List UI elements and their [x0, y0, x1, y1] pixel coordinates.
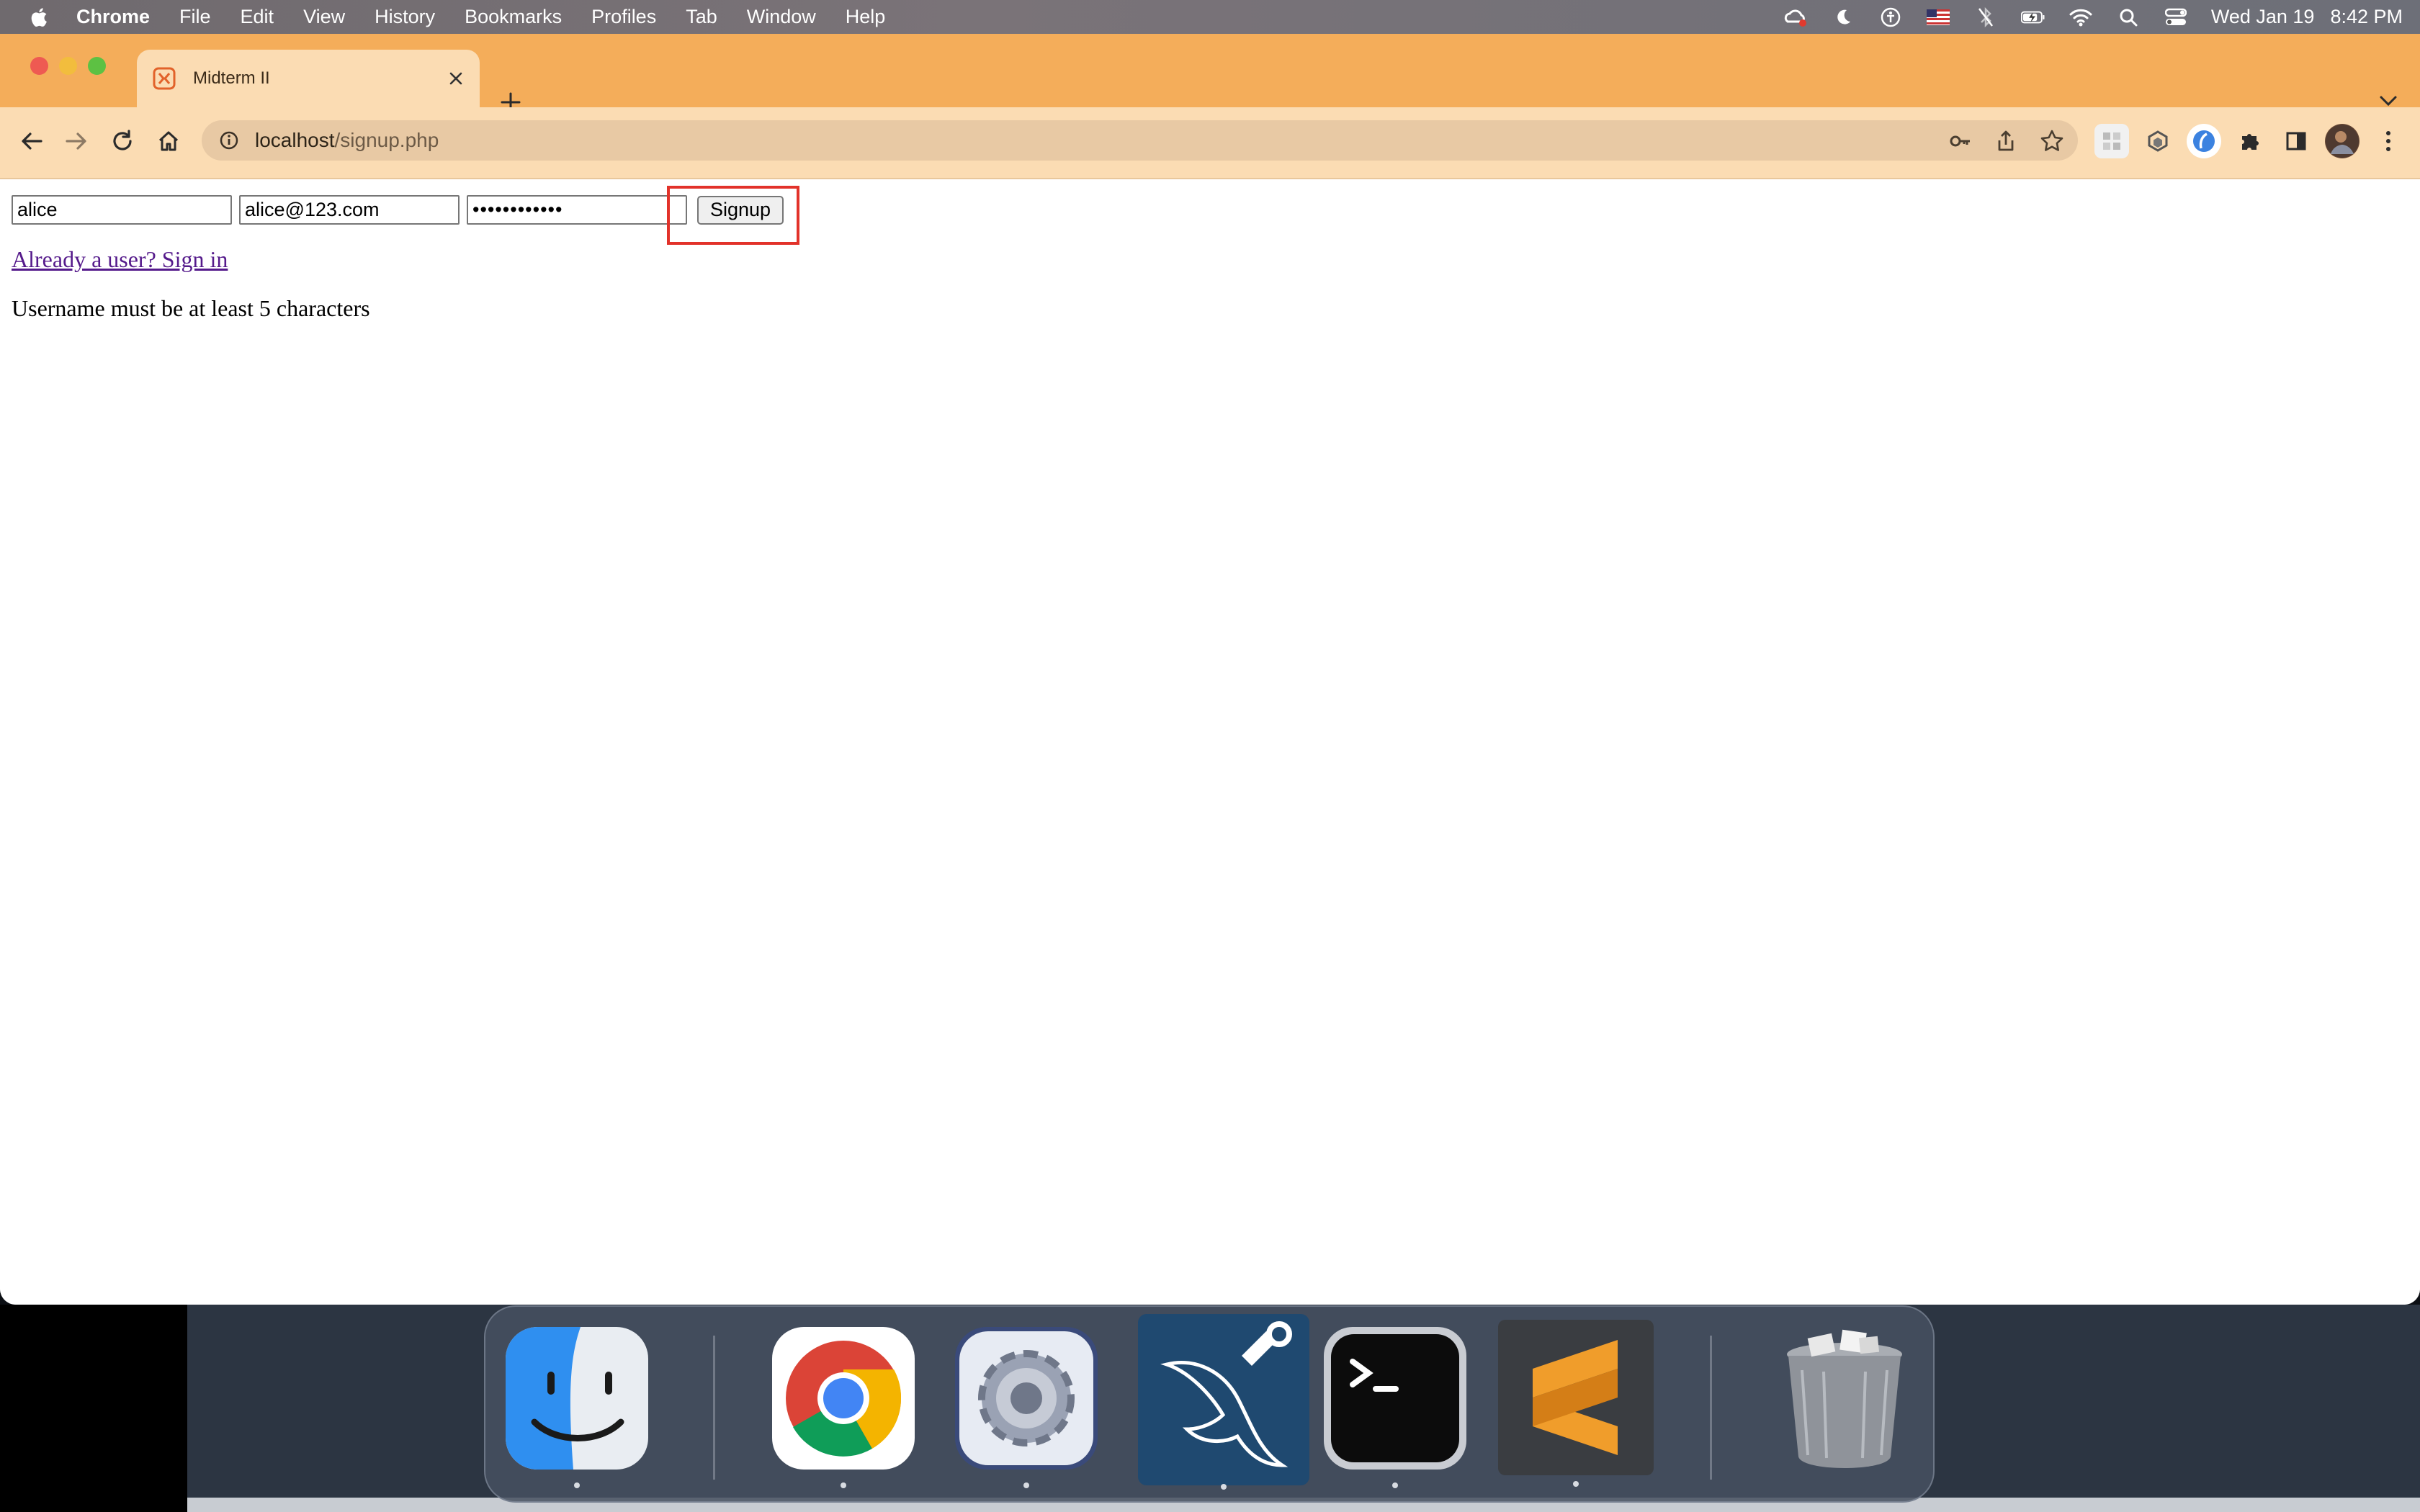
extension-cube-icon[interactable] — [2141, 124, 2175, 158]
window-minimize-button[interactable] — [59, 57, 77, 75]
highlight-annotation-box — [667, 186, 799, 245]
clock-date: Wed Jan 19 — [2210, 6, 2315, 27]
extension-grid-icon[interactable] — [2094, 124, 2129, 158]
url-host: localhost — [255, 129, 335, 151]
spotlight-search-icon[interactable] — [2116, 6, 2141, 28]
key-icon[interactable] — [1948, 129, 1973, 153]
dock-system-preferences-icon[interactable] — [955, 1327, 1098, 1488]
forward-icon[interactable] — [60, 125, 92, 157]
menu-bookmarks[interactable]: Bookmarks — [465, 6, 562, 28]
running-indicator — [1573, 1481, 1579, 1487]
wifi-icon[interactable] — [2069, 6, 2093, 28]
menu-window[interactable]: Window — [747, 6, 816, 28]
tab-title: Midterm II — [193, 68, 270, 88]
running-indicator — [841, 1482, 846, 1488]
apple-icon[interactable] — [29, 6, 48, 28]
menu-tab[interactable]: Tab — [686, 6, 717, 28]
home-icon[interactable] — [153, 125, 184, 157]
side-panel-icon[interactable] — [2279, 124, 2313, 158]
menu-history[interactable]: History — [375, 6, 435, 28]
bookmark-star-icon[interactable] — [2040, 129, 2064, 153]
extensions-puzzle-icon[interactable] — [2233, 124, 2267, 158]
dock-finder-icon[interactable] — [506, 1327, 648, 1488]
menu-profiles[interactable]: Profiles — [591, 6, 656, 28]
moon-icon[interactable] — [1831, 6, 1855, 28]
email-field[interactable] — [239, 195, 460, 225]
signin-link[interactable]: Already a user? Sign in — [12, 246, 228, 273]
bluetooth-off-icon[interactable] — [1973, 6, 1998, 28]
menu-view[interactable]: View — [303, 6, 345, 28]
xampp-favicon-icon — [153, 67, 176, 90]
chrome-menu-icon[interactable] — [2371, 124, 2406, 158]
menu-file[interactable]: File — [179, 6, 211, 28]
address-bar[interactable]: localhost/signup.php — [202, 120, 2078, 161]
us-flag-icon[interactable] — [1926, 6, 1950, 28]
page-content: Signup Already a user? Sign in Username … — [0, 181, 2420, 1305]
control-center-icon[interactable] — [2164, 6, 2188, 28]
dock-sublime-text-icon[interactable] — [1498, 1320, 1654, 1487]
creative-cloud-icon[interactable] — [1783, 6, 1808, 28]
menu-help[interactable]: Help — [846, 6, 886, 28]
reload-icon[interactable] — [107, 125, 138, 157]
running-indicator — [1221, 1484, 1227, 1490]
back-icon[interactable] — [16, 125, 48, 157]
tab-strip: Midterm II — [0, 34, 2420, 112]
dock-separator — [713, 1336, 715, 1480]
extension-blue-icon[interactable] — [2187, 124, 2221, 158]
desktop-edge — [0, 1305, 187, 1512]
share-icon[interactable] — [1994, 129, 2018, 153]
running-indicator — [1392, 1482, 1398, 1488]
tab-close-icon[interactable] — [447, 69, 465, 88]
running-indicator — [574, 1482, 580, 1488]
dock-mysql-workbench-icon[interactable] — [1138, 1314, 1309, 1490]
browser-window: Midterm II localhost/signup.php alice al… — [0, 34, 2420, 1305]
dock-terminal-icon[interactable] — [1324, 1327, 1466, 1488]
browser-toolbar: localhost/signup.php — [0, 107, 2420, 179]
url-path: /signup.php — [334, 129, 439, 151]
password-field[interactable] — [467, 195, 687, 225]
dock — [484, 1305, 1935, 1503]
username-field[interactable] — [12, 195, 232, 225]
site-info-icon[interactable] — [219, 130, 239, 150]
status-area: Wed Jan 19 8:42 PM — [1783, 0, 2403, 34]
menu-clock[interactable]: Wed Jan 19 8:42 PM — [2211, 6, 2403, 28]
running-indicator — [1023, 1482, 1029, 1488]
error-message: Username must be at least 5 characters — [12, 295, 370, 321]
clock-time: 8:42 PM — [2330, 6, 2403, 27]
dock-chrome-icon[interactable] — [772, 1327, 915, 1488]
window-zoom-button[interactable] — [88, 57, 106, 75]
menu-bar: Chrome File Edit View History Bookmarks … — [0, 0, 2420, 34]
menu-edit[interactable]: Edit — [241, 6, 274, 28]
dock-trash-icon[interactable] — [1773, 1327, 1916, 1470]
profile-avatar[interactable] — [2325, 124, 2360, 158]
tab-active[interactable]: Midterm II — [137, 50, 480, 107]
dock-separator — [1710, 1336, 1712, 1480]
chevron-down-icon[interactable] — [2378, 93, 2398, 109]
accessibility-icon[interactable] — [1878, 6, 1903, 28]
menu-app-name[interactable]: Chrome — [76, 6, 150, 28]
url-text: localhost/signup.php — [255, 129, 439, 152]
battery-charging-icon[interactable] — [2020, 6, 2045, 28]
window-close-button[interactable] — [30, 57, 48, 75]
